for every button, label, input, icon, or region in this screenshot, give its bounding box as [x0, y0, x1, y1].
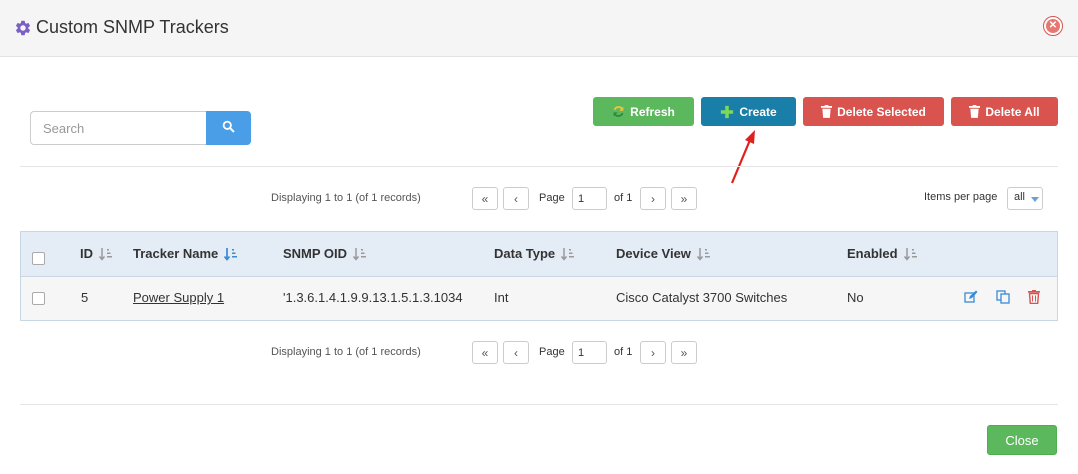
delete-selected-button[interactable]: Delete Selected [803, 97, 944, 126]
column-label: Data Type [494, 246, 556, 261]
chevron-down-icon [1031, 197, 1039, 202]
edit-icon[interactable] [964, 290, 978, 304]
plus-icon [721, 105, 734, 118]
prev-page-button[interactable]: ‹ [503, 187, 529, 210]
trash-icon[interactable] [1027, 290, 1041, 304]
items-per-page-select[interactable]: all [1007, 187, 1043, 210]
select-all-checkbox[interactable] [32, 252, 45, 265]
table-row[interactable]: 5 Power Supply 1 '1.3.6.1.4.1.9.9.13.1.5… [21, 277, 1057, 320]
column-header-enabled[interactable]: Enabled [847, 246, 918, 261]
divider [20, 166, 1058, 167]
cell-id: 5 [81, 290, 89, 305]
page-count-label: of 1 [614, 346, 633, 358]
close-button[interactable]: Close [987, 425, 1057, 455]
pager-info: Displaying 1 to 1 (of 1 records) [271, 192, 421, 204]
gear-icon [15, 20, 31, 36]
search-icon [222, 120, 235, 133]
create-label: Create [739, 104, 777, 119]
cell-enabled: No [847, 290, 864, 305]
page-number-input[interactable] [572, 187, 607, 210]
table-header: ID Tracker Name SNMP OID Data Type Devic… [21, 232, 1057, 277]
column-label: SNMP OID [283, 246, 348, 261]
column-header-tracker-name[interactable]: Tracker Name [133, 246, 238, 261]
page-number-input[interactable] [572, 341, 607, 364]
page-count-label: of 1 [614, 192, 633, 204]
items-per-page-value: all [1014, 191, 1026, 203]
search-input[interactable] [30, 111, 207, 145]
annotation-arrow-icon [730, 130, 755, 184]
custom-snmp-trackers-dialog: Custom SNMP Trackers ✕ Refresh Create [0, 0, 1078, 474]
cell-data-type: Int [494, 290, 509, 305]
trash-icon [821, 105, 833, 118]
pager-info: Displaying 1 to 1 (of 1 records) [271, 346, 421, 358]
refresh-icon [613, 106, 624, 117]
cell-snmp-oid: '1.3.6.1.4.1.9.9.13.1.5.1.3.1034 [283, 290, 463, 305]
sort-icon [99, 247, 112, 261]
sort-icon [903, 247, 917, 261]
column-header-device-view[interactable]: Device View [616, 246, 711, 261]
cell-device-view: Cisco Catalyst 3700 Switches [616, 290, 788, 305]
column-label: Enabled [847, 246, 898, 261]
delete-all-label: Delete All [985, 104, 1040, 119]
sort-icon [353, 247, 367, 261]
row-checkbox[interactable] [32, 292, 45, 305]
next-page-button[interactable]: › [640, 187, 666, 210]
trackers-table: ID Tracker Name SNMP OID Data Type Devic… [20, 231, 1058, 321]
items-per-page-label: Items per page [924, 191, 998, 203]
search-button[interactable] [206, 111, 251, 145]
last-page-button[interactable]: » [671, 187, 697, 210]
prev-page-button[interactable]: ‹ [503, 341, 529, 364]
divider [20, 404, 1058, 405]
dialog-header: Custom SNMP Trackers ✕ [0, 0, 1078, 57]
column-label: Device View [616, 246, 691, 261]
sort-icon [561, 247, 575, 261]
dialog-title: Custom SNMP Trackers [36, 17, 229, 37]
page-label: Page [539, 192, 565, 204]
refresh-label: Refresh [630, 104, 675, 119]
column-header-data-type[interactable]: Data Type [494, 246, 575, 261]
sort-icon [224, 247, 238, 261]
column-header-snmp-oid[interactable]: SNMP OID [283, 246, 367, 261]
delete-selected-label: Delete Selected [837, 104, 926, 119]
last-page-button[interactable]: » [671, 341, 697, 364]
first-page-button[interactable]: « [472, 187, 498, 210]
next-page-button[interactable]: › [640, 341, 666, 364]
delete-all-button[interactable]: Delete All [951, 97, 1058, 126]
sort-icon [696, 247, 710, 261]
refresh-button[interactable]: Refresh [593, 97, 694, 126]
first-page-button[interactable]: « [472, 341, 498, 364]
column-label: Tracker Name [133, 246, 219, 261]
page-label: Page [539, 346, 565, 358]
tracker-name-link[interactable]: Power Supply 1 [133, 290, 224, 305]
column-label: ID [80, 246, 93, 261]
create-button[interactable]: Create [701, 97, 796, 126]
trash-icon [969, 105, 981, 118]
column-header-id[interactable]: ID [80, 246, 113, 261]
close-circle-icon[interactable]: ✕ [1043, 16, 1063, 36]
copy-icon[interactable] [996, 290, 1010, 304]
